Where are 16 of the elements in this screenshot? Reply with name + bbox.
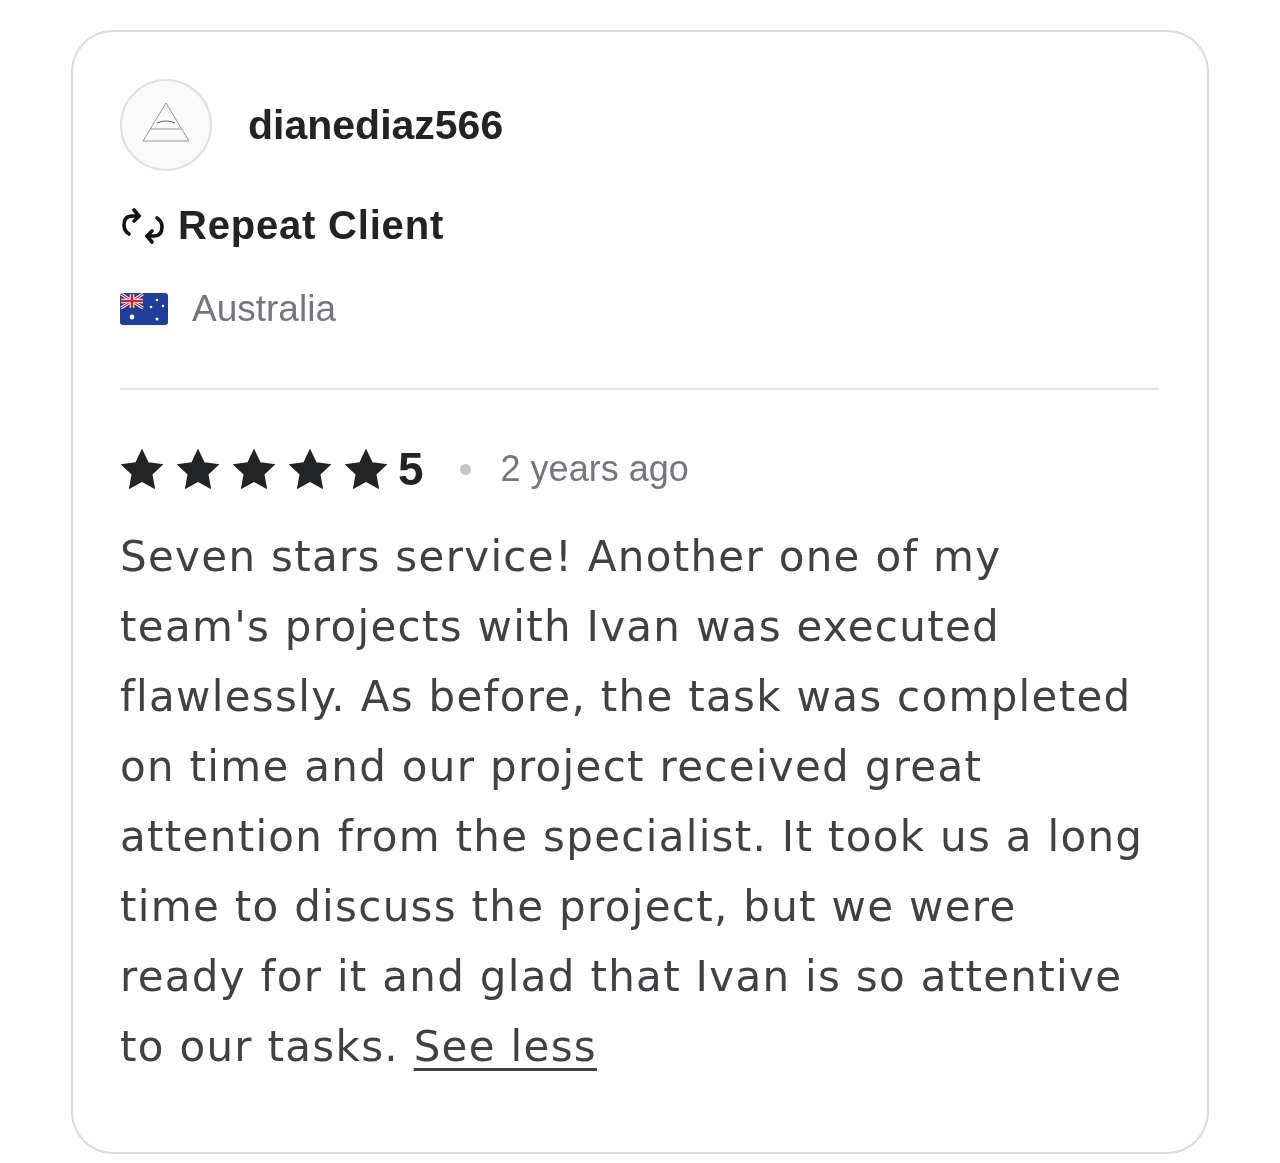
rating-score: 5 [398,446,424,492]
separator-dot-icon [459,463,471,475]
review-text: Seven stars service! Another one of my team's projects with Ivan was executed flawlessly. As before, the task was completed on time and our project received great attention from the specialist. It took us a long time to discuss the project, but we were ready for it and glad that Ivan is so attentive to our tasks. See less [120,531,1145,1073]
see-less-link[interactable]: See less [413,1022,598,1071]
review-time: 2 years ago [500,448,689,490]
star-icon [288,448,332,490]
star-icon [232,448,276,490]
star-icon [176,448,220,490]
star-icon [344,448,388,490]
username[interactable]: dianediaz566 [248,101,504,149]
avatar-logo-icon [120,79,212,171]
country-name: Australia [192,288,336,330]
star-icon [120,448,164,490]
repeat-client-label: Repeat Client [178,203,444,248]
repeat-arrows-icon [120,205,166,246]
flag-icon [120,293,168,325]
